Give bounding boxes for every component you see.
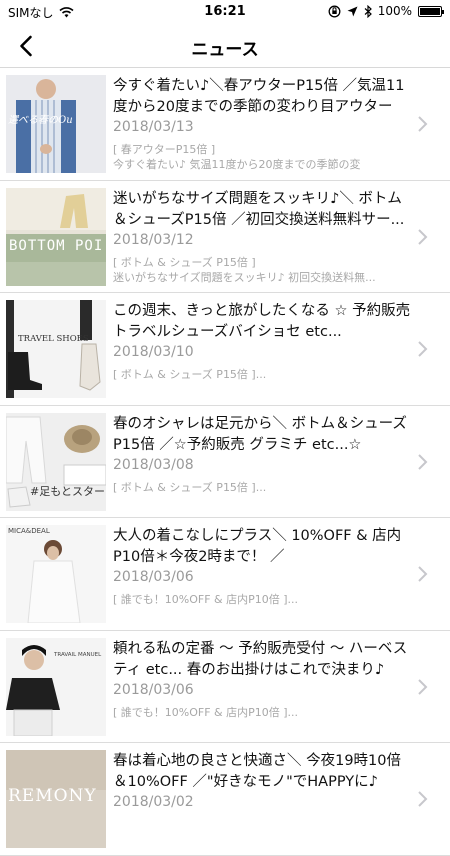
page-title: ニュース [191, 40, 259, 60]
status-bar: SIMなし 16:21 100% [0, 0, 450, 24]
news-date: 2018/03/02 [113, 794, 194, 810]
news-thumbnail: REMONY [6, 750, 106, 848]
thumbnail-caption: 選べる春のOu [8, 115, 73, 126]
news-description: 今すぐ着たい♪ 気温11度から20度までの季節の変 [113, 158, 361, 171]
thumbnail-caption: BOTTOM POI [9, 237, 104, 254]
news-title: この週末、きっと旅がしたくなる ☆ 予約販売 トラベルシューズバイショセ etc… [113, 303, 411, 340]
thumbnail-caption: TRAVAIL MANUEL [54, 651, 102, 658]
news-thumbnail: BOTTOM POI [6, 187, 106, 286]
news-thumbnail: MICA&DEAL [6, 525, 106, 623]
news-tag: [ 春アウターP15倍 ] [113, 143, 216, 156]
news-date: 2018/03/10 [113, 344, 194, 360]
news-tag: [ ボトム & シューズ P15倍 ] [113, 255, 256, 269]
news-item[interactable]: REMONY 春は着心地の良さと快適さ＼ 今夜19時10倍＆10%OFF ／"好… [0, 743, 450, 856]
news-item[interactable]: #足もとスター 春のオシャレは足元から＼ ボトム＆シューズP15倍 ／☆予約販売… [0, 406, 450, 518]
news-date: 2018/03/06 [113, 681, 194, 698]
rotation-lock-icon [328, 5, 341, 17]
chevron-right-icon [418, 341, 428, 357]
navigation-bar: ニュース [0, 24, 450, 68]
news-item[interactable]: MICA&DEAL 大人の着こなしにプラス＼ 10%OFF & 店内P10倍＊今… [0, 518, 450, 631]
news-list: 選べる春のOu 今すぐ着たい♪＼春アウターP15倍 ／気温11度から20度までの… [0, 68, 450, 856]
chevron-right-icon [418, 791, 428, 807]
location-arrow-icon [347, 6, 358, 16]
news-tag: [ 誰でも！10%OFF & 店内P10倍 ]... [113, 593, 299, 606]
news-title: 春のオシャレは足元から＼ ボトム＆シューズP15倍 ／☆予約販売 グラミチ et… [113, 415, 407, 453]
chevron-right-icon [418, 566, 428, 582]
chevron-right-icon [418, 453, 428, 470]
thumbnail-caption: MICA&DEAL [8, 527, 50, 535]
chevron-right-icon [418, 678, 428, 695]
news-thumbnail: TRAVAIL MANUEL [6, 637, 106, 736]
thumbnail-caption: TRAVEL SHOES [18, 334, 89, 344]
chevron-right-icon [418, 228, 428, 245]
news-date: 2018/03/13 [113, 119, 194, 135]
thumbnail-caption: #足もとスター [30, 484, 105, 498]
news-item[interactable]: BOTTOM POI 迷いがちなサイズ問題をスッキリ♪＼ ボトム＆シューズP15… [0, 181, 450, 293]
news-date: 2018/03/08 [113, 456, 194, 473]
news-title: 迷いがちなサイズ問題をスッキリ♪＼ ボトム＆シューズP15倍 ／初回交換送料無料… [113, 190, 405, 228]
news-tag: [ ボトム & シューズ P15倍 ]... [113, 368, 267, 381]
news-tag: [ ボトム & シューズ P15倍 ]... [113, 480, 267, 494]
thumbnail-caption: REMONY [8, 786, 97, 806]
battery-icon [418, 5, 444, 17]
bluetooth-icon [364, 4, 372, 18]
news-title: 頼れる私の定番 〜 予約販売受付 〜 ハーベスティ etc... 春のお出掛けは… [113, 640, 408, 678]
chevron-right-icon [418, 116, 428, 132]
news-date: 2018/03/06 [113, 569, 194, 585]
news-thumbnail: #足もとスター [6, 412, 106, 511]
news-title: 春は着心地の良さと快適さ＼ 今夜19時10倍＆10%OFF ／"好きなモノ"でH… [113, 753, 402, 790]
news-item[interactable]: 選べる春のOu 今すぐ着たい♪＼春アウターP15倍 ／気温11度から20度までの… [0, 68, 450, 181]
news-thumbnail: 選べる春のOu [6, 75, 106, 173]
news-tag: [ 誰でも！10%OFF & 店内P10倍 ]... [113, 705, 299, 719]
news-item[interactable]: TRAVAIL MANUEL 頼れる私の定番 〜 予約販売受付 〜 ハーベスティ… [0, 631, 450, 743]
news-date: 2018/03/12 [113, 231, 194, 248]
battery-percent: 100% [377, 4, 412, 18]
news-thumbnail: TRAVEL SHOES [6, 300, 106, 398]
news-title: 今すぐ着たい♪＼春アウターP15倍 ／気温11度から20度までの季節の変わり目ア… [113, 78, 405, 115]
news-title: 大人の着こなしにプラス＼ 10%OFF & 店内P10倍＊今夜2時まで！ ／ [113, 528, 402, 565]
news-description: 迷いがちなサイズ問題をスッキリ♪ 初回交換送料無... [113, 270, 376, 284]
news-item[interactable]: TRAVEL SHOES この週末、きっと旅がしたくなる ☆ 予約販売 トラベル… [0, 293, 450, 406]
